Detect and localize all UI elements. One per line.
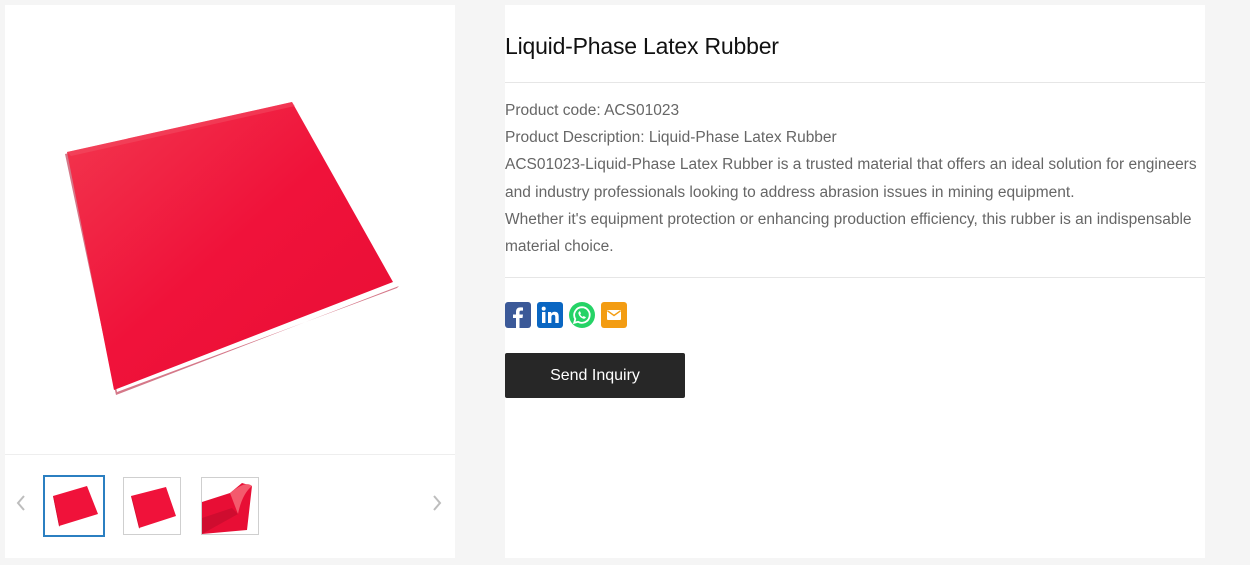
thumbnail-strip <box>5 455 455 558</box>
product-paragraph-2: Whether it's equipment protection or enh… <box>505 210 1192 256</box>
description-divider <box>505 277 1205 278</box>
whatsapp-icon[interactable] <box>569 302 595 328</box>
send-inquiry-button[interactable]: Send Inquiry <box>505 353 685 398</box>
title-divider <box>505 82 1205 83</box>
product-paragraph-1: ACS01023-Liquid-Phase Latex Rubber is a … <box>505 156 1197 201</box>
linkedin-icon[interactable] <box>537 302 563 328</box>
thumbnail-2[interactable] <box>123 477 181 535</box>
facebook-icon[interactable] <box>505 302 531 328</box>
product-description: Product code: ACS01023 Product Descripti… <box>505 97 1205 260</box>
product-title: Liquid-Phase Latex Rubber <box>505 33 779 59</box>
product-gallery <box>5 5 455 558</box>
thumbnail-3[interactable] <box>201 477 259 535</box>
product-code: Product code: ACS01023 <box>505 102 680 119</box>
chevron-right-icon[interactable] <box>429 491 445 515</box>
product-description-line: Product Description: Liquid-Phase Latex … <box>505 129 837 147</box>
main-product-image[interactable] <box>5 5 455 454</box>
email-icon[interactable] <box>601 302 627 328</box>
thumbnail-1[interactable] <box>43 475 105 537</box>
product-info-panel: Liquid-Phase Latex Rubber Product code: … <box>505 5 1205 558</box>
chevron-left-icon[interactable] <box>13 491 29 515</box>
